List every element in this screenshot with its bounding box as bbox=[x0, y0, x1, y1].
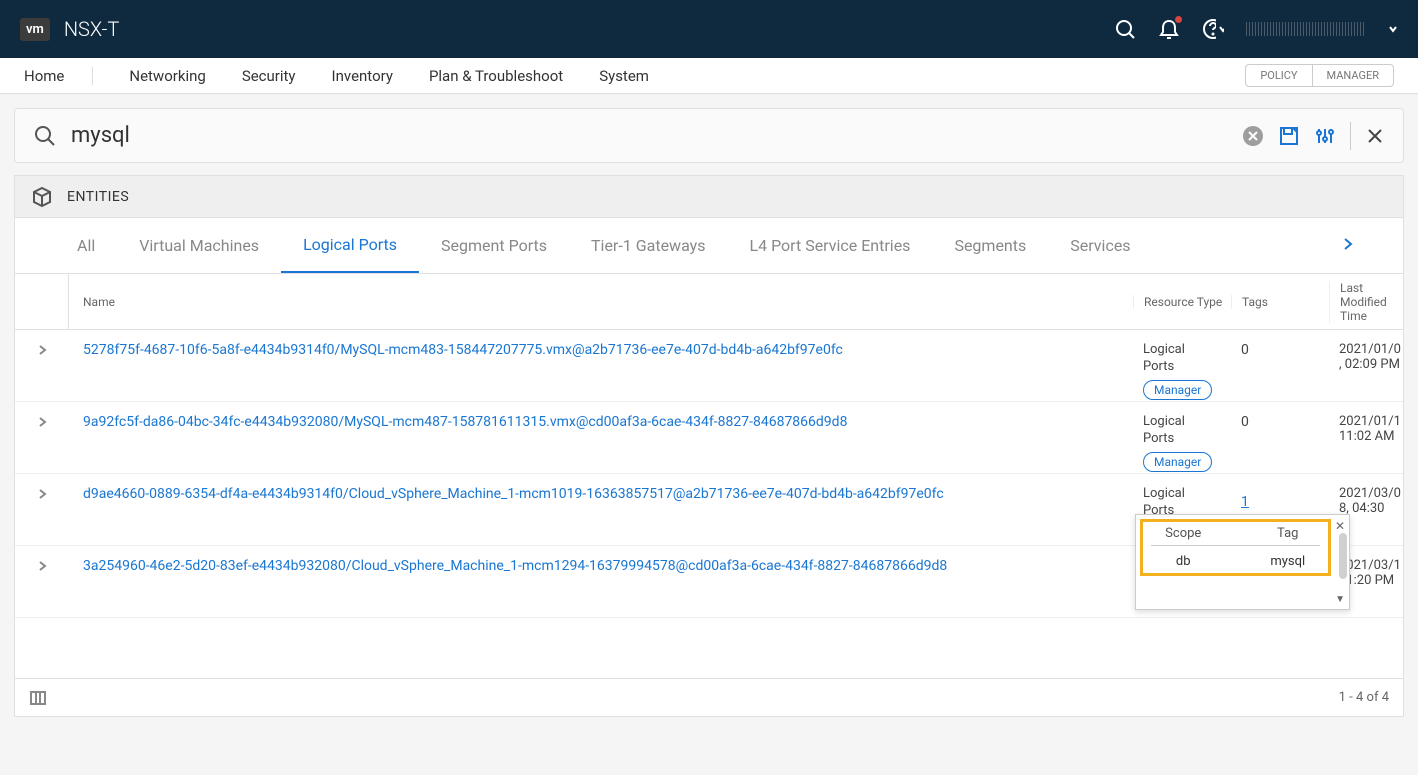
nav-inventory[interactable]: Inventory bbox=[332, 67, 393, 85]
notification-dot bbox=[1175, 16, 1182, 23]
save-search-icon[interactable] bbox=[1278, 125, 1300, 147]
app-name: NSX-T bbox=[64, 17, 120, 41]
nav-networking[interactable]: Networking bbox=[129, 67, 205, 85]
table-header: Name Resource Type Tags Last Modified Ti… bbox=[15, 274, 1403, 330]
row-time: 2021/03/08, 04:30 bbox=[1329, 486, 1403, 516]
close-popover-icon[interactable]: ✕ bbox=[1335, 519, 1345, 533]
help-icon[interactable] bbox=[1202, 18, 1224, 40]
expand-row-icon[interactable] bbox=[15, 486, 69, 500]
col-resource-type[interactable]: Resource Type bbox=[1133, 295, 1231, 309]
clear-search-icon[interactable] bbox=[1242, 125, 1264, 147]
filter-settings-icon[interactable] bbox=[1314, 125, 1336, 147]
table-row: 5278f75f-4687-10f6-5a8f-e4434b9314f0/MyS… bbox=[15, 330, 1403, 402]
close-search-icon[interactable] bbox=[1365, 126, 1385, 146]
row-time: 2021/01/0, 02:09 PM bbox=[1329, 342, 1403, 372]
expand-row-icon[interactable] bbox=[15, 558, 69, 572]
table-footer: 1 - 4 of 4 bbox=[15, 678, 1403, 716]
popover-scope-value: db bbox=[1151, 554, 1216, 569]
tab-logical-ports[interactable]: Logical Ports bbox=[281, 218, 419, 274]
col-last-modified[interactable]: Last Modified Time bbox=[1329, 281, 1403, 323]
search-bar bbox=[14, 108, 1404, 163]
entities-icon bbox=[31, 186, 53, 208]
table-row: 9a92fc5f-da86-04bc-34fc-e4434b932080/MyS… bbox=[15, 402, 1403, 474]
pagination-range: 1 - 4 of 4 bbox=[1339, 690, 1389, 705]
tab-virtual-machines[interactable]: Virtual Machines bbox=[117, 218, 281, 274]
top-bar: vm NSX-T bbox=[0, 0, 1418, 58]
row-time: 2021/01/111:02 AM bbox=[1329, 414, 1403, 444]
tabs: All Virtual Machines Logical Ports Segme… bbox=[15, 218, 1403, 274]
mode-manager[interactable]: MANAGER bbox=[1313, 65, 1393, 86]
nav-plan-troubleshoot[interactable]: Plan & Troubleshoot bbox=[429, 67, 563, 85]
popover-scrollbar[interactable] bbox=[1339, 533, 1347, 579]
row-name-link[interactable]: 9a92fc5f-da86-04bc-34fc-e4434b932080/MyS… bbox=[69, 414, 1133, 430]
tab-segment-ports[interactable]: Segment Ports bbox=[419, 218, 569, 274]
row-name-link[interactable]: d9ae4660-0889-6354-df4a-e4434b9314f0/Clo… bbox=[69, 486, 1133, 502]
panel-header: ENTITIES bbox=[15, 176, 1403, 218]
tab-l4-port-service[interactable]: L4 Port Service Entries bbox=[727, 218, 932, 274]
row-name-link[interactable]: 3a254960-46e2-5d20-83ef-e4434b932080/Clo… bbox=[69, 558, 1133, 574]
search-icon bbox=[33, 124, 57, 148]
expand-row-icon[interactable] bbox=[15, 414, 69, 428]
manager-badge: Manager bbox=[1143, 452, 1212, 472]
tab-tier1-gateways[interactable]: Tier-1 Gateways bbox=[569, 218, 727, 274]
mode-policy[interactable]: POLICY bbox=[1246, 65, 1312, 86]
popover-tag-header: Tag bbox=[1256, 526, 1321, 541]
row-tags: 0 bbox=[1231, 342, 1329, 358]
row-name-link[interactable]: 5278f75f-4687-10f6-5a8f-e4434b9314f0/MyS… bbox=[69, 342, 1133, 358]
search-icon[interactable] bbox=[1114, 18, 1136, 40]
results-panel: ENTITIES All Virtual Machines Logical Po… bbox=[14, 175, 1404, 717]
col-tags[interactable]: Tags bbox=[1231, 295, 1329, 309]
entities-label: ENTITIES bbox=[67, 189, 129, 205]
manager-badge: Manager bbox=[1143, 380, 1212, 400]
nav-bar: Home Networking Security Inventory Plan … bbox=[0, 58, 1418, 94]
popover-scope-header: Scope bbox=[1151, 526, 1216, 541]
tab-services[interactable]: Services bbox=[1048, 218, 1152, 274]
column-toggle-icon[interactable] bbox=[29, 689, 47, 707]
popover-tag-value: mysql bbox=[1256, 554, 1321, 569]
notifications-icon[interactable] bbox=[1158, 18, 1180, 40]
scroll-down-icon[interactable]: ▼ bbox=[1335, 594, 1345, 605]
tab-segments[interactable]: Segments bbox=[932, 218, 1048, 274]
mode-toggle: POLICY MANAGER bbox=[1245, 64, 1394, 87]
row-resource-type: LogicalPortsManager bbox=[1133, 342, 1231, 400]
tabs-next-icon[interactable] bbox=[1333, 236, 1363, 255]
expand-row-icon[interactable] bbox=[15, 342, 69, 356]
nav-system[interactable]: System bbox=[599, 67, 649, 85]
col-name[interactable]: Name bbox=[69, 295, 1133, 309]
row-tags: 0 bbox=[1231, 414, 1329, 430]
user-menu[interactable] bbox=[1246, 22, 1366, 36]
tab-all[interactable]: All bbox=[55, 218, 117, 274]
chevron-down-icon[interactable] bbox=[1388, 24, 1398, 34]
vmware-logo: vm bbox=[20, 18, 50, 41]
search-input[interactable] bbox=[71, 123, 1242, 148]
nav-security[interactable]: Security bbox=[242, 67, 296, 85]
nav-home[interactable]: Home bbox=[24, 67, 93, 85]
row-resource-type: LogicalPortsManager bbox=[1133, 414, 1231, 472]
row-tags[interactable]: 1 bbox=[1231, 486, 1329, 510]
tags-popover: ✕ ▼ Scope Tag db mysql bbox=[1135, 514, 1350, 610]
